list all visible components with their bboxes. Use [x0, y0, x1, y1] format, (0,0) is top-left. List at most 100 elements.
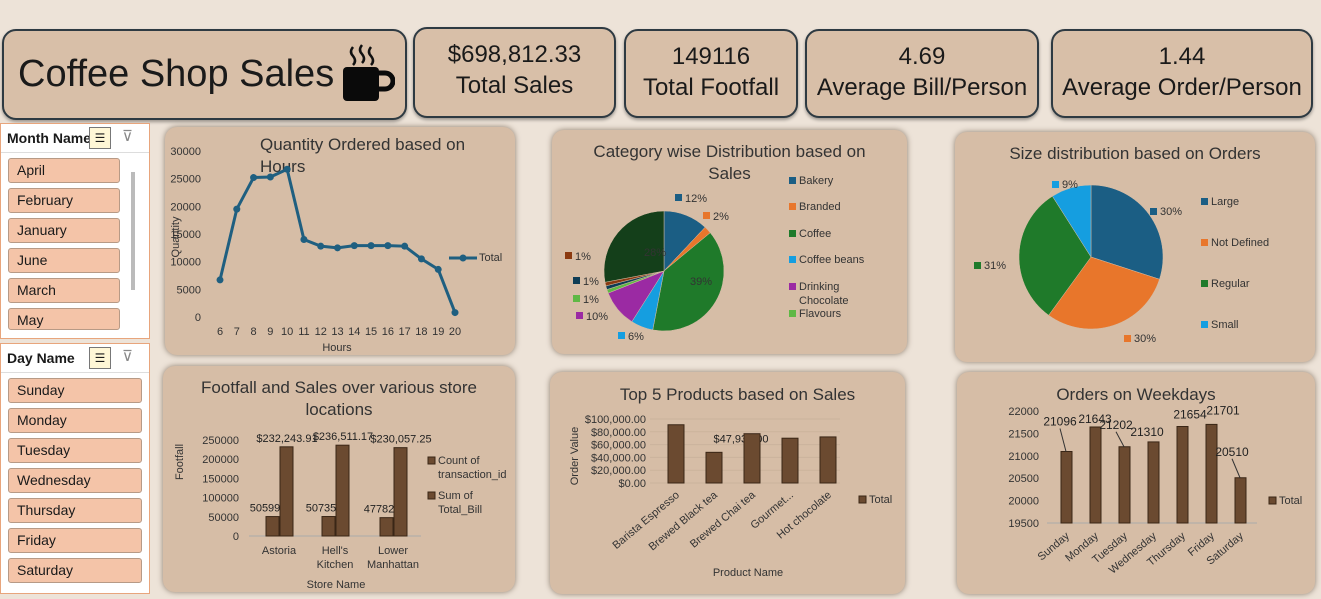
hourly-quantity-chart: Quantity Ordered based on Hours 0 5000 100… — [165, 127, 515, 355]
label-swatch — [618, 332, 625, 339]
kpi-value: 4.69 — [898, 43, 946, 70]
x-tick-label: 10 — [281, 326, 293, 338]
slicer-item-april[interactable]: April — [8, 158, 120, 183]
slicer-item-february[interactable]: February — [8, 188, 120, 213]
y-tick-label: $100,000.00 — [585, 414, 646, 426]
data-point — [300, 236, 308, 244]
kpi-average-order: 1.44 Average Order/Person — [1051, 29, 1313, 118]
x-tick-label: 9 — [267, 326, 273, 338]
x-axis-label: Hours — [322, 342, 352, 354]
slicer-header: Month Name ☰ ⊽ — [1, 124, 149, 153]
data-label: 47782 — [364, 504, 395, 516]
data-point — [250, 174, 258, 182]
kpi-total-footfall: 149116 Total Footfall — [624, 29, 798, 118]
slicer-item-may[interactable]: May — [8, 308, 120, 330]
slicer-item-monday[interactable]: Monday — [8, 408, 142, 433]
label-swatch — [565, 252, 572, 259]
data-label: 39% — [690, 276, 712, 288]
dashboard-title: Coffee Shop Sales — [18, 53, 335, 95]
bar — [379, 517, 394, 537]
weekday-orders-chart: Orders on Weekdays 19500 20000 20500 21000 2… — [957, 372, 1315, 594]
slicer-item-friday[interactable]: Friday — [8, 528, 142, 553]
legend-swatch — [427, 456, 436, 465]
y-tick-label: 20000 — [170, 201, 201, 213]
legend-swatch — [789, 230, 796, 237]
y-tick-label: 20500 — [1008, 473, 1039, 485]
data-label: 28% — [644, 247, 666, 259]
slicer-item-june[interactable]: June — [8, 248, 120, 273]
data-label: 31% — [984, 260, 1006, 272]
slicer-scrollbar[interactable] — [131, 172, 135, 290]
y-axis-label: Order Value — [569, 427, 581, 486]
data-label: 30% — [1160, 206, 1182, 218]
leader-line — [1059, 428, 1067, 452]
clear-filter-icon[interactable]: ⊽ — [122, 348, 140, 366]
leader-line — [1231, 458, 1241, 478]
data-label: $230,057.25 — [370, 434, 431, 446]
y-axis-label: Footfall — [174, 444, 186, 480]
x-axis-label: Store Name — [307, 579, 366, 591]
data-label: $236,511.17 — [313, 431, 373, 443]
data-label: 50735 — [306, 503, 337, 515]
x-tick-label: 12 — [315, 326, 327, 338]
data-point — [317, 242, 325, 250]
multi-select-icon[interactable]: ☰ — [89, 347, 111, 369]
bar — [819, 436, 837, 484]
slicer-item-saturday[interactable]: Saturday — [8, 558, 142, 583]
bar — [279, 446, 294, 537]
legend-swatch — [427, 491, 436, 500]
legend-swatch — [789, 310, 796, 317]
slicer-item-thursday[interactable]: Thursday — [8, 498, 142, 523]
label-swatch — [703, 212, 710, 219]
bar — [1060, 450, 1073, 524]
x-tick-label: Brewed Black tea — [647, 489, 721, 554]
dashboard-title-card: Coffee Shop Sales — [2, 29, 407, 120]
x-tick-label: 15 — [365, 326, 377, 338]
kpi-value: $698,812.33 — [447, 41, 582, 68]
y-tick-label: 50000 — [208, 512, 239, 524]
data-label: 30% — [1134, 333, 1156, 345]
bar — [1205, 423, 1218, 524]
data-label: 20510 — [1215, 445, 1249, 459]
top-products-chart: Top 5 Products based on Sales $0.00 $20,0… — [550, 372, 905, 594]
bar — [393, 447, 408, 537]
data-label: 6% — [628, 331, 644, 343]
slicer-item-tuesday[interactable]: Tuesday — [8, 438, 142, 463]
data-point — [367, 242, 375, 250]
data-point — [233, 205, 241, 213]
slicer-item-january[interactable]: January — [8, 218, 120, 243]
bar — [1176, 426, 1189, 524]
category-sales-chart: Category wise Distribution based on Sale… — [552, 130, 907, 354]
bar — [667, 424, 685, 484]
data-point — [283, 165, 291, 173]
y-tick-label: $40,000.00 — [591, 452, 646, 464]
y-tick-label: 150000 — [202, 473, 239, 485]
slicer-item-wednesday[interactable]: Wednesday — [8, 468, 142, 493]
bar — [1118, 446, 1131, 524]
slicer-item-sunday[interactable]: Sunday — [8, 378, 142, 403]
y-tick-label: 19500 — [1008, 518, 1039, 530]
legend-label: Large — [1211, 196, 1239, 208]
bar — [265, 516, 280, 537]
y-tick-label: 5000 — [177, 284, 201, 296]
y-tick-label: $60,000.00 — [591, 440, 646, 452]
legend-label: Small — [1211, 319, 1239, 331]
label-swatch — [573, 295, 580, 302]
bar — [1089, 426, 1102, 524]
label-swatch — [974, 262, 981, 269]
label-swatch — [1124, 335, 1131, 342]
y-tick-label: 250000 — [202, 435, 239, 447]
x-tick-label: 19 — [432, 326, 444, 338]
slicer-item-march[interactable]: March — [8, 278, 120, 303]
data-point — [350, 242, 358, 250]
legend-label: Chocolate — [799, 295, 849, 307]
y-tick-label: 25000 — [170, 174, 201, 186]
y-tick-label: $0.00 — [618, 478, 646, 490]
data-point — [451, 309, 459, 317]
data-label: 21202 — [1099, 418, 1133, 432]
y-tick-label: 22000 — [1008, 406, 1039, 418]
bar — [1234, 477, 1247, 524]
clear-filter-icon[interactable]: ⊽ — [122, 128, 140, 146]
multi-select-icon[interactable]: ☰ — [89, 127, 111, 149]
legend-label: Flavours — [799, 308, 842, 320]
